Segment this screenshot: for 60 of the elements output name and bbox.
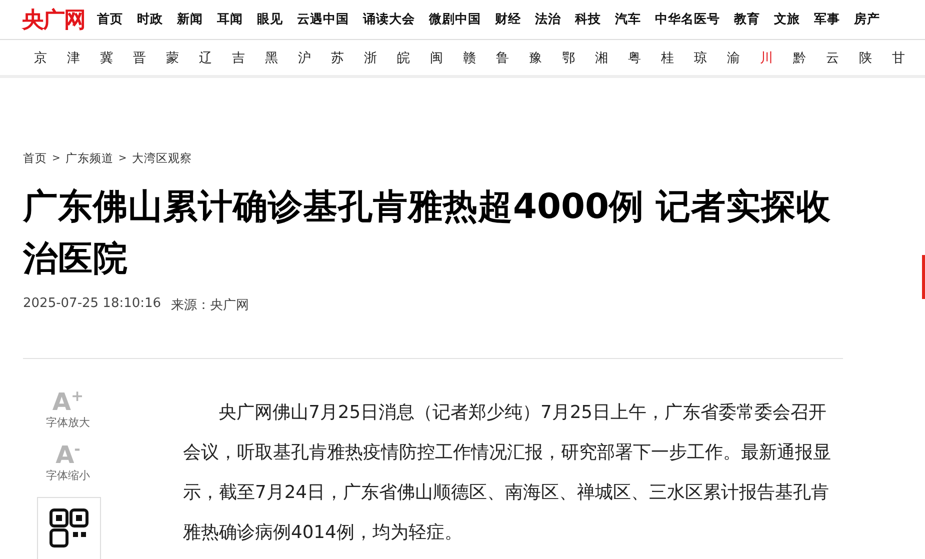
province-link[interactable]: 湘 (595, 48, 628, 66)
province-link[interactable]: 京 (34, 48, 67, 66)
province-link[interactable]: 闽 (430, 48, 463, 66)
province-link[interactable]: 沪 (298, 48, 331, 66)
article-paragraph: 央广网佛山7月25日消息（记者郑少纯）7月25日上午，广东省委常委会召开会议，听取基孔肯雅热疫情防控工作情况汇报，研究部署下一步工作。最新通报显示，截至7月24日，广东省佛山顺德区、南海区、禅城区、三水区累计报告基孔肯雅热确诊病例4014例，均为轻症。 (183, 401, 832, 545)
nav-link[interactable]: 眼见 (257, 11, 283, 28)
nav-link[interactable]: 云遇中国 (297, 11, 349, 28)
nav-link[interactable]: 法治 (535, 11, 561, 28)
province-link[interactable]: 冀 (100, 48, 133, 66)
letter-a-icon: A$^{-}$ (56, 442, 80, 468)
site-logo[interactable]: 央广网 (22, 4, 85, 34)
province-link[interactable]: 甘 (892, 48, 925, 66)
nav-link[interactable]: 微剧中国 (429, 11, 481, 28)
font-size-button[interactable]: A$^{+}$ 字体放大 (23, 389, 113, 430)
article-title: 广东佛山累计确诊基孔肯雅热超4000例 记者实探收治医院 (23, 186, 832, 281)
province-link[interactable]: 琼 (694, 48, 727, 66)
province-link[interactable]: 辽 (199, 48, 232, 66)
nav-link[interactable]: 中华名医号 (655, 11, 720, 28)
province-link[interactable]: 川 (760, 48, 793, 66)
province-link[interactable]: 鄂 (562, 48, 595, 66)
letter-a-icon: A$^{+}$ (52, 389, 84, 415)
breadcrumb-separator: > (52, 153, 60, 164)
province-link[interactable]: 陕 (859, 48, 892, 66)
article-source: 来源：央广网 (171, 297, 250, 314)
qr-code-icon (49, 508, 89, 548)
province-link[interactable]: 蒙 (166, 48, 199, 66)
province-link[interactable]: 晋 (133, 48, 166, 66)
province-link[interactable]: 鲁 (496, 48, 529, 66)
nav-link[interactable]: 文旅 (774, 11, 800, 28)
nav-link[interactable]: 房产 (854, 11, 880, 28)
province-link[interactable]: 渝 (727, 48, 760, 66)
nav-link[interactable]: 新闻 (177, 11, 203, 28)
province-link[interactable]: 皖 (397, 48, 430, 66)
province-link[interactable]: 桂 (661, 48, 694, 66)
nav-link[interactable]: 教育 (734, 11, 760, 28)
nav-link[interactable]: 汽车 (615, 11, 641, 28)
nav-link[interactable]: 军事 (814, 11, 840, 28)
publish-date: 2025-07-25 18:10:16 (23, 296, 162, 313)
nav-link[interactable]: 诵读大会 (363, 11, 415, 28)
province-link[interactable]: 黔 (793, 48, 826, 66)
province-link[interactable]: 粤 (628, 48, 661, 66)
nav-link[interactable]: 科技 (575, 11, 601, 28)
qr-code-button[interactable] (37, 497, 101, 559)
breadcrumb-link[interactable]: 大湾区观察 (132, 151, 192, 166)
province-link[interactable]: 黑 (265, 48, 298, 66)
province-link[interactable]: 赣 (463, 48, 496, 66)
province-link[interactable]: 吉 (232, 48, 265, 66)
province-link[interactable]: 豫 (529, 48, 562, 66)
province-link[interactable]: 云 (826, 48, 859, 66)
province-link[interactable]: 苏 (331, 48, 364, 66)
breadcrumb-separator: > (118, 153, 127, 164)
nav-link[interactable]: 耳闻 (217, 11, 243, 28)
province-link[interactable]: 津 (67, 48, 100, 66)
breadcrumb-link[interactable]: 广东频道 (65, 151, 114, 166)
province-link[interactable]: 浙 (364, 48, 397, 66)
nav-link[interactable]: 时政 (137, 11, 163, 28)
font-size-button[interactable]: A$^{-}$ 字体缩小 (23, 442, 113, 483)
breadcrumb-link[interactable]: 首页 (23, 151, 47, 166)
nav-link[interactable]: 首页 (97, 11, 123, 28)
nav-link[interactable]: 财经 (495, 11, 521, 28)
